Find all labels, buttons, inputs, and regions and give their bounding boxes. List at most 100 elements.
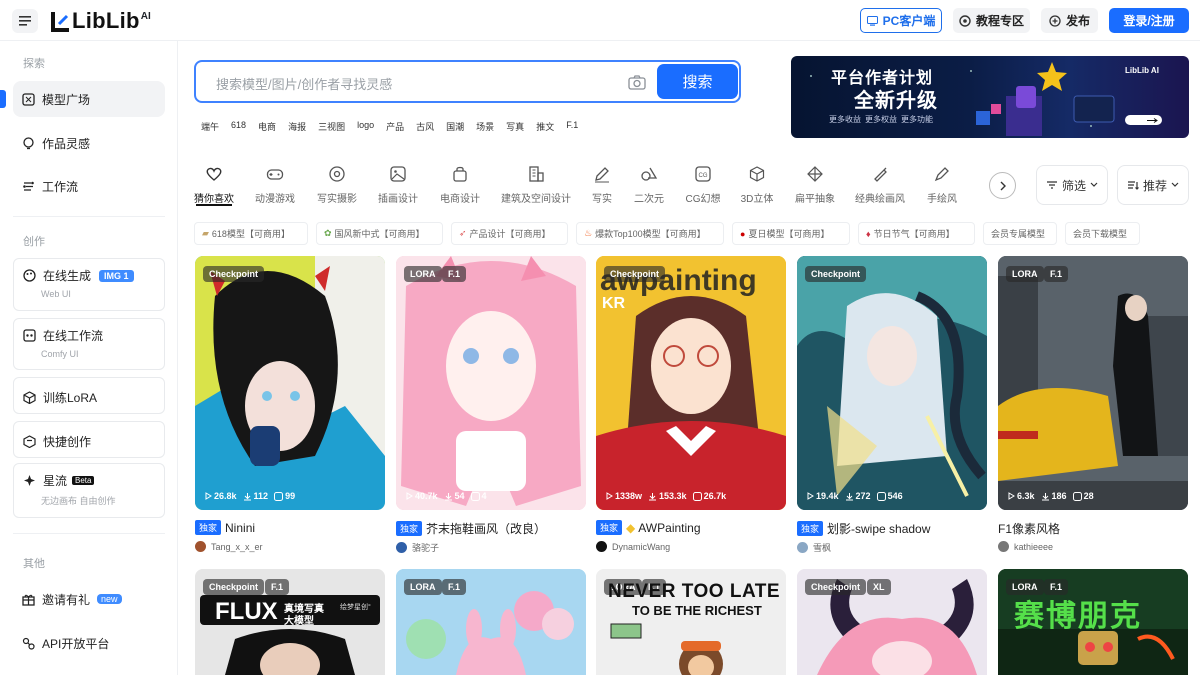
model-card[interactable]: Checkpoint 26.8k 112 99 (195, 256, 385, 510)
card-author[interactable]: kathieeee (998, 541, 1053, 552)
aperture-icon (329, 166, 345, 182)
avatar (396, 542, 407, 553)
model-card[interactable]: Checkpoint F.1 FLUX 真境写真 大模型 绘梦星创° (195, 569, 385, 675)
promo-banner[interactable]: 平台作者计划 全新升级 更多收益 更多权益 更多功能 LibLib AI (791, 56, 1189, 138)
card-title[interactable]: 独家 ◆ AWPainting (596, 520, 701, 535)
cube-icon (22, 391, 36, 405)
login-button[interactable]: 登录/注册 (1109, 8, 1189, 33)
sort-dropdown[interactable]: 推荐 (1117, 165, 1189, 205)
subtag-product[interactable]: ➶ 产品设计【可商用】 (451, 222, 568, 245)
hot-tag[interactable]: logo (357, 120, 374, 133)
subtag-festival[interactable]: ♦ 节日节气【可商用】 (858, 222, 975, 245)
model-card[interactable]: LORA F.1 赛博朋克 (998, 569, 1188, 675)
tab-cg-fantasy[interactable]: CG CG幻想 (678, 160, 728, 205)
card-title[interactable]: 独家 划影-swipe shadow (797, 520, 930, 537)
subtag-guofeng[interactable]: ✿ 国风新中式【可商用】 (316, 222, 443, 245)
hot-tag[interactable]: 三视图 (318, 120, 345, 133)
card-author[interactable]: Tang_x_x_er (195, 541, 263, 552)
tab-realistic[interactable]: 写实 (577, 160, 627, 205)
hot-tag[interactable]: F.1 (566, 120, 578, 133)
star-flow-icon (22, 474, 36, 488)
model-card[interactable]: LORA F.1 (396, 569, 586, 675)
hot-tag[interactable]: 场景 (476, 120, 494, 133)
tab-hand-drawn[interactable]: 手绘风 (917, 160, 967, 205)
sidebar-item-quick-create[interactable]: 快捷创作 (13, 421, 165, 458)
hot-tag[interactable]: 618 (231, 120, 246, 133)
subtag-member-download[interactable]: 会员下载模型 (1065, 222, 1140, 245)
card-title[interactable]: 独家 芥末拖鞋画风（改良） (396, 520, 546, 537)
card-title[interactable]: 独家 Ninini (195, 520, 255, 535)
sidebar-item-inspiration[interactable]: 作品灵感 (13, 125, 165, 161)
chevron-down-icon (1090, 182, 1098, 187)
publish-button[interactable]: 发布 (1041, 8, 1098, 33)
subtag-summer[interactable]: ● 夏日模型【可商用】 (732, 222, 850, 245)
hot-tag[interactable]: 写真 (506, 120, 524, 133)
tab-classic-painting[interactable]: 经典绘画风 (855, 160, 905, 205)
sidebar-item-online-gen[interactable]: 在线生成 IMG 1 Web UI (13, 258, 165, 311)
tabs-next-button[interactable] (989, 172, 1016, 199)
tab-anime[interactable]: 二次元 (624, 160, 674, 205)
model-card[interactable]: Checkpoint XL (797, 569, 987, 675)
logo[interactable]: LibLib AI (50, 8, 151, 33)
sidebar-item-workflow[interactable]: 工作流 (13, 168, 165, 204)
likes-stat: 4 (470, 491, 487, 501)
model-card[interactable]: LORA F.1 NEVER TOO LATE TO BE THE RICHES… (596, 569, 786, 675)
model-card[interactable]: LORA F.1 6.3k 186 28 (998, 256, 1188, 510)
search-input[interactable]: 搜索模型/图片/创作者寻找灵感 (216, 74, 392, 93)
sidebar-item-invite[interactable]: 邀请有礼 new (13, 582, 165, 616)
tutorial-button[interactable]: 教程专区 (953, 8, 1030, 33)
banner-sub: 更多权益 (865, 115, 897, 124)
sidebar-item-xingliu[interactable]: 星流 Beta 无边画布 自由创作 (13, 463, 165, 518)
tab-3d[interactable]: 3D立体 (732, 160, 782, 205)
search-box[interactable]: 搜索模型/图片/创作者寻找灵感 搜索 (194, 60, 741, 103)
tab-guess-you-like[interactable]: 猜你喜欢 (189, 160, 239, 205)
hot-tag[interactable]: 海报 (288, 120, 306, 133)
tab-label: 插画设计 (378, 194, 418, 205)
subtag-618[interactable]: ▰ 618模型【可商用】 (194, 222, 308, 245)
hot-tag[interactable]: 推文 (536, 120, 554, 133)
sidebar-item-model-square[interactable]: 模型广场 (13, 81, 165, 117)
card-author[interactable]: 雪枫 (797, 541, 831, 554)
tab-ecommerce[interactable]: 电商设计 (435, 160, 485, 205)
invite-label: 邀请有礼 (42, 592, 91, 607)
hot-tag[interactable]: 国潮 (446, 120, 464, 133)
hot-tag[interactable]: 产品 (386, 120, 404, 133)
likes-stat: 26.7k (692, 491, 726, 501)
sidebar-item-online-workflow[interactable]: 在线工作流 Comfy UI (13, 318, 165, 370)
menu-button[interactable] (12, 9, 38, 33)
subtag-member-exclusive[interactable]: 会员专属模型 (983, 222, 1057, 245)
tab-flat-abstract[interactable]: 扁平抽象 (790, 160, 840, 205)
tab-illustration[interactable]: 插画设计 (373, 160, 423, 205)
tab-architecture[interactable]: 建筑及空间设计 (501, 160, 571, 205)
sidebar-item-api[interactable]: API开放平台 (13, 626, 165, 660)
card-stats: 6.3k 186 28 (1008, 491, 1094, 501)
model-card[interactable]: LORA F.1 40.7k 54 4 (396, 256, 586, 510)
hot-tag[interactable]: 电商 (258, 120, 276, 133)
download-icon (845, 492, 853, 500)
sidebar-item-train-lora[interactable]: 训练LoRA (13, 377, 165, 414)
hot-tag[interactable]: 古风 (416, 120, 434, 133)
star-box-icon (470, 491, 480, 501)
filter-dropdown[interactable]: 筛选 (1036, 165, 1108, 205)
tab-label: 动漫游戏 (255, 194, 295, 205)
card-title[interactable]: F1像素风格 (998, 520, 1060, 537)
banner-arrow-pill[interactable] (1125, 115, 1162, 125)
pc-client-button[interactable]: PC客户端 (860, 8, 942, 33)
play-icon (807, 492, 814, 500)
tab-anime-game[interactable]: 动漫游戏 (250, 160, 300, 205)
camera-icon[interactable] (628, 75, 646, 90)
base-model-tag: F.1 (442, 579, 467, 595)
subtag-top100[interactable]: ♨ 爆款Top100模型【可商用】 (576, 222, 724, 245)
cyberpunk-text: 赛博朋克 (1014, 600, 1142, 633)
model-card[interactable]: Checkpoint 19.4k 272 546 (797, 256, 987, 510)
card-author[interactable]: DynamicWang (596, 541, 670, 552)
logo-sup: AI (140, 10, 151, 22)
hot-tag[interactable]: 端午 (201, 120, 219, 133)
model-card[interactable]: awpainting KR Checkpoint 1338w 153.3k 26… (596, 256, 786, 510)
card-author[interactable]: 骆驼子 (396, 541, 439, 554)
search-button[interactable]: 搜索 (657, 64, 738, 99)
banner-subs: 更多收益 更多权益 更多功能 (829, 114, 933, 125)
downloads-stat: 54 (444, 491, 465, 501)
never-too-late-text: NEVER TOO LATE (608, 581, 781, 602)
tab-photography[interactable]: 写实摄影 (312, 160, 362, 205)
